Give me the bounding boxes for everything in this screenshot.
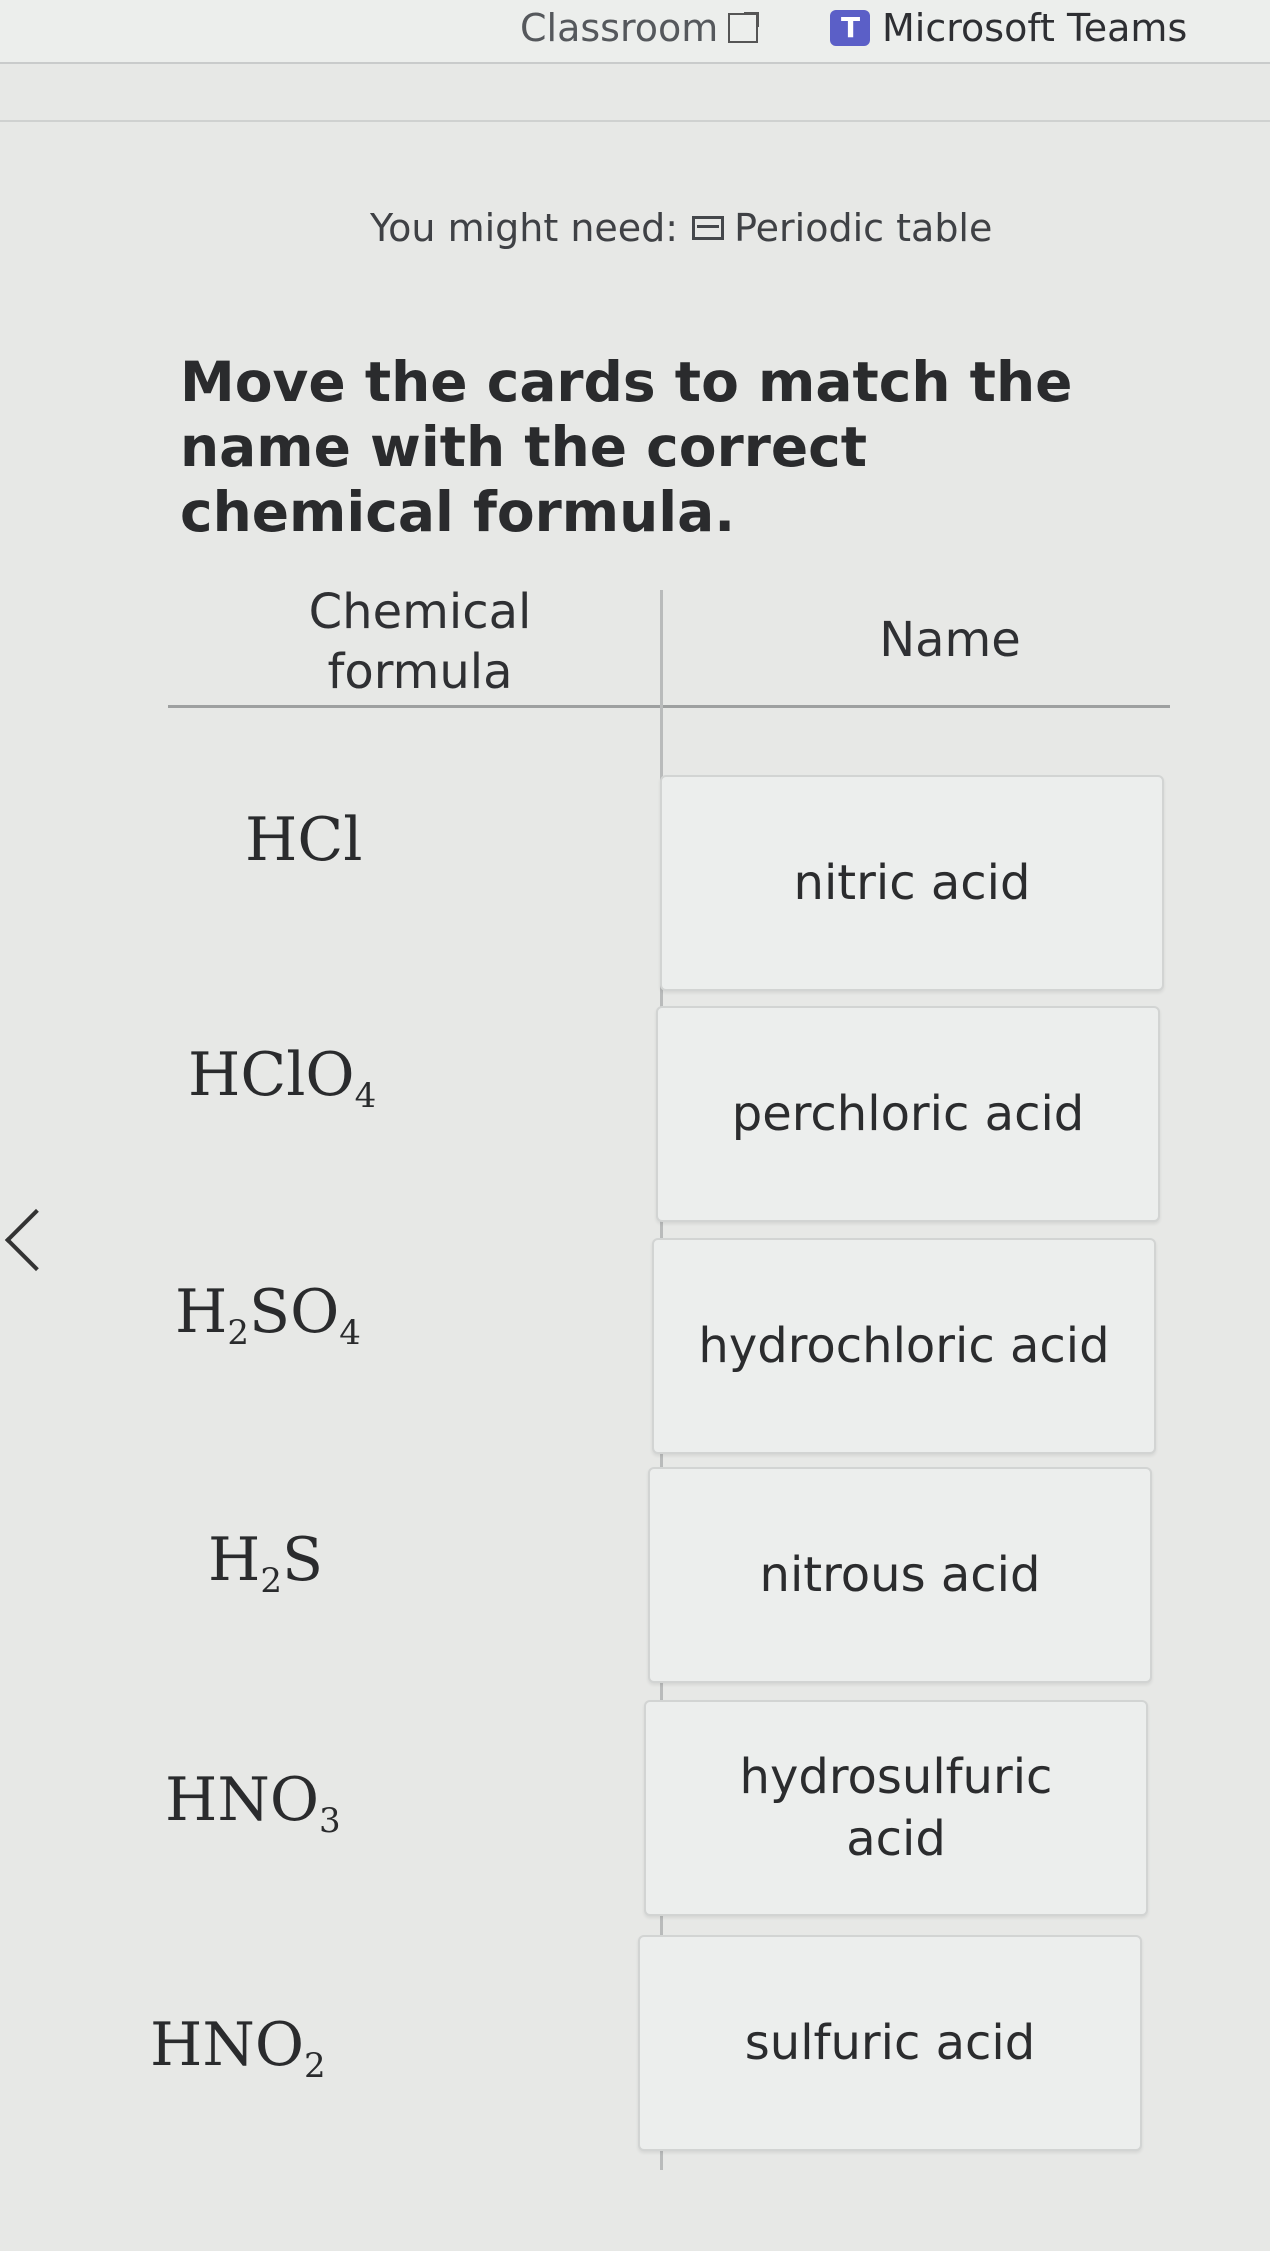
name-card-label: hydrosulfuric acid	[739, 1748, 1053, 1867]
formula-h2so4: H2SO4	[175, 1277, 361, 1353]
teams-logo-icon	[830, 10, 870, 46]
bookmark-teams-label: Microsoft Teams	[882, 6, 1188, 50]
you-might-need-label: You might need:	[370, 206, 679, 250]
name-card[interactable]: nitric acid	[660, 775, 1164, 991]
name-card-label: sulfuric acid	[744, 2014, 1036, 2071]
periodic-table-icon	[692, 216, 725, 240]
formula-hclo4: HClO4	[188, 1040, 377, 1116]
name-card-label: nitric acid	[793, 854, 1031, 911]
bookmark-microsoft-teams[interactable]: Microsoft Teams	[830, 6, 1187, 50]
you-might-need: You might need: Periodic table	[370, 206, 992, 250]
formula-hcl: HCl	[245, 805, 363, 875]
formula-h2s: H2S	[208, 1525, 324, 1601]
name-column-header: Name	[879, 612, 1021, 668]
chevron-left-icon[interactable]	[0, 1190, 70, 1310]
external-link-icon	[728, 12, 760, 43]
name-card-label: hydrochloric acid	[698, 1317, 1110, 1374]
browser-bookmarks-bar: Classroom Microsoft Teams	[0, 0, 1270, 64]
name-card[interactable]: hydrosulfuric acid	[644, 1700, 1148, 1916]
bookmark-classroom-label: Classroom	[520, 6, 719, 50]
bookmark-classroom[interactable]: Classroom	[520, 6, 760, 50]
name-card[interactable]: hydrochloric acid	[652, 1238, 1156, 1454]
name-card-label: nitrous acid	[759, 1546, 1041, 1603]
name-card-label: perchloric acid	[731, 1085, 1085, 1142]
name-card[interactable]: sulfuric acid	[638, 1935, 1142, 2151]
periodic-table-link[interactable]: Periodic table	[734, 206, 992, 250]
table-header-divider	[168, 705, 1170, 708]
header-divider	[0, 120, 1270, 122]
name-card[interactable]: nitrous acid	[648, 1467, 1152, 1683]
question-prompt: Move the cards to match the name with th…	[180, 350, 1073, 544]
formula-column-header: Chemical formula	[308, 584, 532, 700]
name-card[interactable]: perchloric acid	[656, 1006, 1160, 1222]
formula-hno2: HNO2	[150, 2010, 326, 2086]
formula-hno3: HNO3	[165, 1765, 341, 1841]
